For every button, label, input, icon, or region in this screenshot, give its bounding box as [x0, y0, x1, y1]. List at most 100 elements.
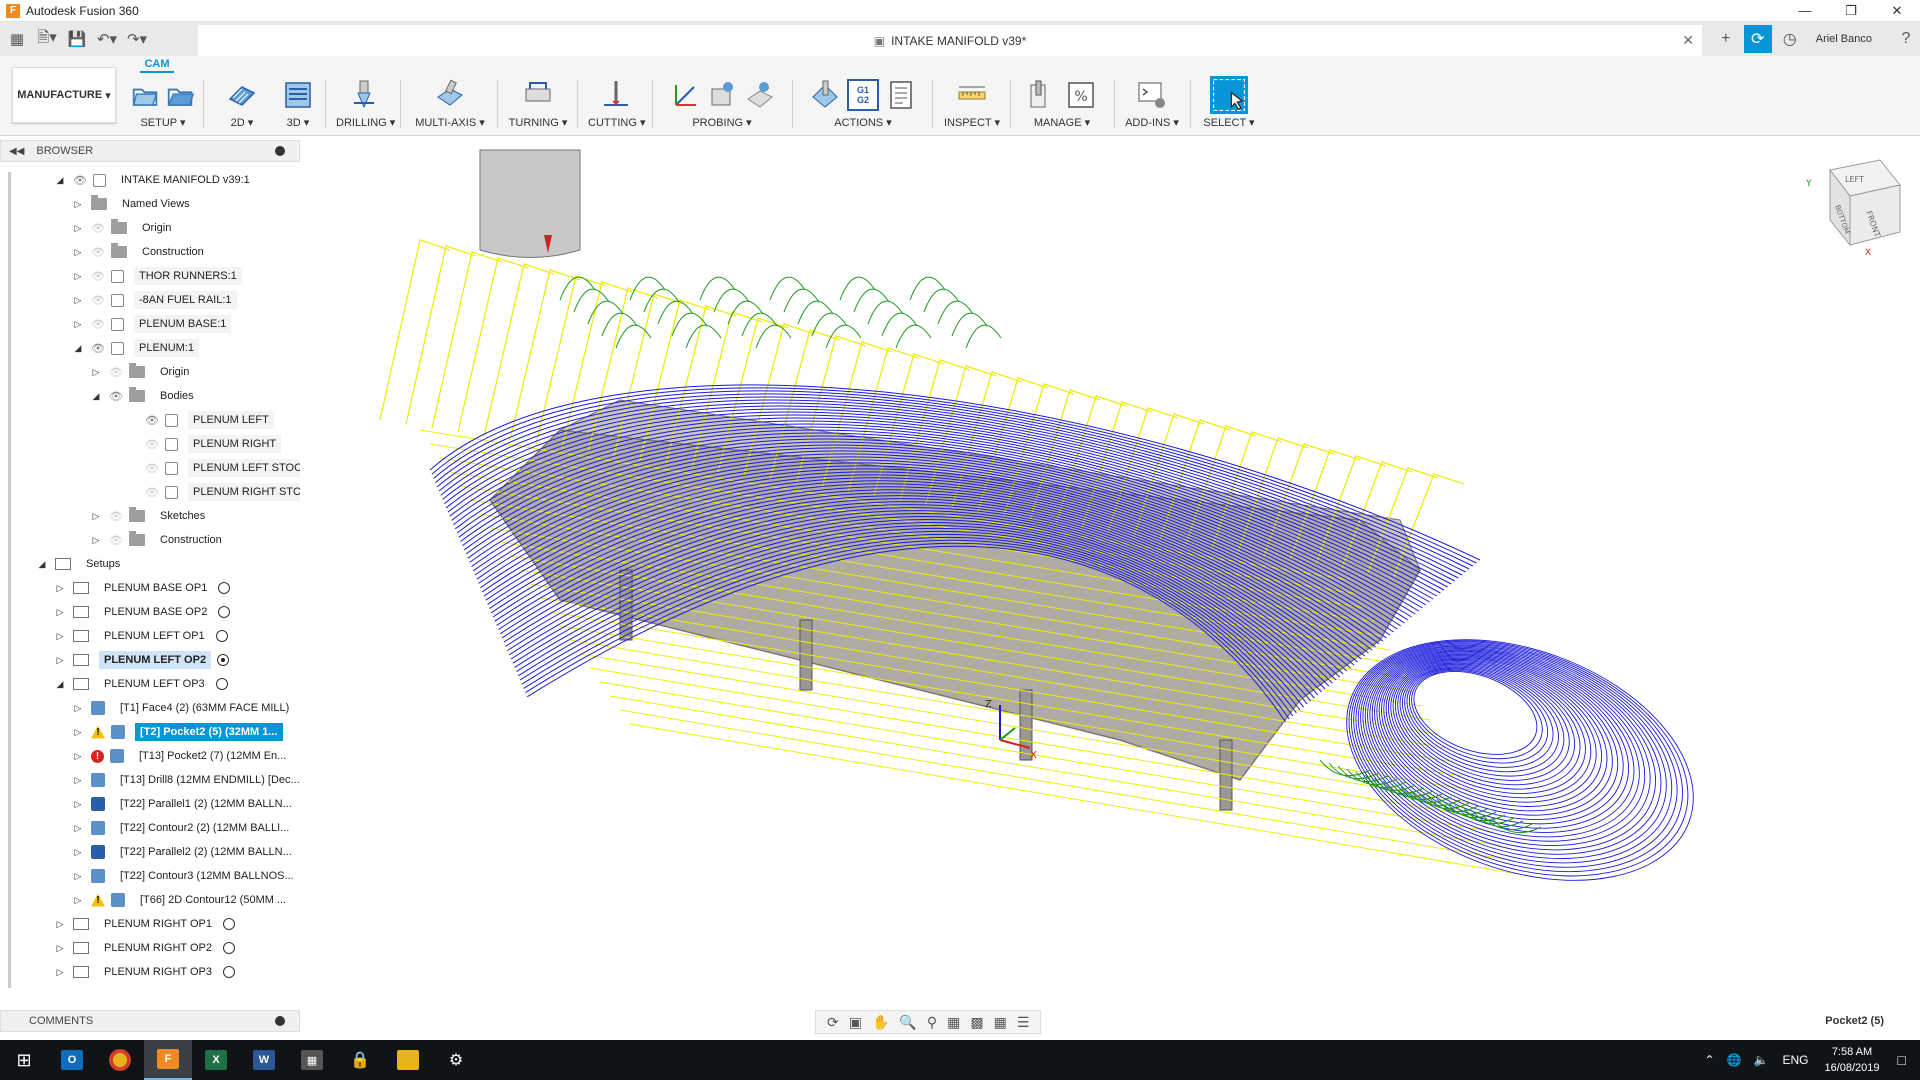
- taskbar-explorer-icon[interactable]: [384, 1040, 432, 1080]
- 2d-group[interactable]: 2D ▾: [222, 76, 262, 134]
- browser-tree-row[interactable]: ▷ PLENUM RIGHT OP1: [55, 914, 235, 934]
- collapsed-triangle-icon[interactable]: ▷: [73, 823, 83, 833]
- select-group[interactable]: SELECT ▾: [1200, 76, 1258, 134]
- toolpath-display-icon[interactable]: ☰: [1017, 1014, 1030, 1031]
- collapsed-triangle-icon[interactable]: ▷: [55, 655, 65, 665]
- collapsed-triangle-icon[interactable]: ▷: [73, 295, 83, 305]
- collapsed-triangle-icon[interactable]: ▷: [73, 271, 83, 281]
- browser-tree-row[interactable]: ▷ [T22] Contour3 (12MM BALLNOS...: [73, 866, 299, 886]
- browser-tree-row[interactable]: ▷ PLENUM RIGHT OP3: [55, 962, 235, 982]
- setup-radio[interactable]: [215, 678, 228, 690]
- orbit-icon[interactable]: ⟳: [827, 1014, 839, 1031]
- browser-tree-row[interactable]: ▷ 👁 Sketches: [91, 506, 210, 526]
- collapsed-triangle-icon[interactable]: ▷: [73, 319, 83, 329]
- browser-tree-row[interactable]: 👁 PLENUM LEFT: [127, 410, 274, 430]
- new-tab-plus-icon[interactable]: +: [1712, 25, 1740, 53]
- network-icon[interactable]: 🌐: [1727, 1053, 1742, 1067]
- expanded-triangle-icon[interactable]: ◢: [37, 559, 47, 569]
- notifications-icon[interactable]: □: [1898, 1052, 1906, 1068]
- browser-tree-row[interactable]: ▷ 👁 PLENUM BASE:1: [73, 314, 232, 334]
- browser-tree-row[interactable]: ◢ PLENUM LEFT OP3: [55, 674, 228, 694]
- browser-tree-row[interactable]: ▷! [T66] 2D Contour12 (50MM ...: [73, 890, 291, 910]
- collapsed-triangle-icon[interactable]: ▷: [73, 703, 83, 713]
- turning-icon[interactable]: [522, 79, 554, 111]
- browser-tree-row[interactable]: 👁 PLENUM RIGHT: [127, 434, 282, 454]
- language-indicator[interactable]: ENG: [1782, 1053, 1808, 1067]
- actions-group[interactable]: G1 G2 ACTIONS ▾: [804, 76, 922, 134]
- toolpath-scene[interactable]: ZXLEFTFRONTBOTTOMYX: [300, 137, 1920, 1032]
- collapsed-triangle-icon[interactable]: ▷: [91, 511, 101, 521]
- setup-folder-icon[interactable]: [131, 79, 160, 111]
- inspect-group[interactable]: INSPECT ▾: [942, 76, 1002, 134]
- collapse-arrows-icon[interactable]: ◀◀: [9, 146, 24, 157]
- hidden-eye-icon[interactable]: 👁: [109, 535, 123, 547]
- workspace-switcher[interactable]: MANUFACTURE ▾: [12, 67, 116, 123]
- collapsed-triangle-icon[interactable]: ▷: [73, 751, 83, 761]
- collapsed-triangle-icon[interactable]: ▷: [55, 967, 65, 977]
- collapsed-triangle-icon[interactable]: ▷: [73, 871, 83, 881]
- grid-settings-icon[interactable]: ▩: [970, 1014, 983, 1031]
- browser-tree-row[interactable]: ▷ [T1] Face4 (2) (63MM FACE MILL): [73, 698, 294, 718]
- setup-radio[interactable]: [218, 582, 231, 594]
- collapsed-triangle-icon[interactable]: ▷: [73, 799, 83, 809]
- browser-header[interactable]: ◀◀ BROWSER: [0, 140, 300, 162]
- hidden-eye-icon[interactable]: 👁: [109, 511, 123, 523]
- browser-tree-row[interactable]: ▷ [T22] Parallel1 (2) (12MM BALLN...: [73, 794, 297, 814]
- hidden-eye-icon[interactable]: 👁: [109, 367, 123, 379]
- 3d-group[interactable]: 3D ▾: [278, 76, 318, 134]
- setup-radio[interactable]: [223, 918, 235, 930]
- browser-tree-row[interactable]: ▷ 👁 Construction: [73, 242, 209, 262]
- browser-tree-row[interactable]: ▷ 👁 THOR RUNNERS:1: [73, 266, 242, 286]
- visibility-eye-icon[interactable]: 👁: [91, 343, 105, 355]
- browser-tree-row[interactable]: ▷ PLENUM LEFT OP2: [55, 650, 230, 670]
- visibility-eye-icon[interactable]: 👁: [109, 391, 123, 403]
- manage-group[interactable]: % MANAGE ▾: [1020, 76, 1104, 134]
- collapsed-triangle-icon[interactable]: ▷: [55, 919, 65, 929]
- hidden-eye-icon[interactable]: 👁: [145, 487, 159, 499]
- job-status-icon[interactable]: ⟳: [1743, 25, 1772, 53]
- display-settings-icon[interactable]: ▦: [947, 1014, 960, 1031]
- select-cursor-icon[interactable]: [1210, 76, 1248, 114]
- browser-tree-row[interactable]: ▷! [T2] Pocket2 (5) (32MM 1...: [73, 722, 283, 742]
- viewports-icon[interactable]: ▦: [994, 1014, 1007, 1031]
- 3d-adaptive-icon[interactable]: [282, 79, 314, 111]
- pan-hand-icon[interactable]: ✋: [872, 1014, 889, 1031]
- hidden-eye-icon[interactable]: 👁: [145, 463, 159, 475]
- look-at-icon[interactable]: ▣: [849, 1014, 862, 1031]
- browser-scrollbar[interactable]: [8, 172, 11, 988]
- turning-group[interactable]: TURNING ▾: [508, 76, 568, 134]
- browser-tree-row[interactable]: ▷ [T22] Parallel2 (2) (12MM BALLN...: [73, 842, 297, 862]
- hidden-eye-icon[interactable]: 👁: [91, 319, 105, 331]
- setup-sheet-icon[interactable]: [885, 79, 917, 111]
- probing-group[interactable]: PROBING ▾: [662, 76, 782, 134]
- collapsed-triangle-icon[interactable]: ▷: [73, 223, 83, 233]
- active-setup-radio[interactable]: [217, 654, 230, 666]
- browser-tree-row[interactable]: ▷ 👁 -8AN FUEL RAIL:1: [73, 290, 237, 310]
- hidden-eye-icon[interactable]: 👁: [91, 295, 105, 307]
- collapsed-triangle-icon[interactable]: ▷: [73, 775, 83, 785]
- help-icon[interactable]: ?: [1892, 25, 1920, 53]
- document-tab[interactable]: ▣ INTAKE MANIFOLD v39* ✕: [198, 25, 1702, 56]
- zoom-icon[interactable]: 🔍: [899, 1014, 916, 1031]
- multi-axis-icon[interactable]: [434, 79, 466, 111]
- browser-tree-row[interactable]: ◢ 👁 Bodies: [91, 386, 199, 406]
- setup-group[interactable]: SETUP ▾: [128, 76, 198, 134]
- browser-tree-row[interactable]: ◢ 👁 INTAKE MANIFOLD v39:1: [55, 170, 255, 190]
- fit-icon[interactable]: ⚲: [927, 1014, 937, 1031]
- undo-icon[interactable]: ↶▾: [94, 26, 120, 52]
- close-tab-icon[interactable]: ✕: [1682, 32, 1694, 49]
- expanded-triangle-icon[interactable]: ◢: [73, 343, 83, 353]
- post-process-icon[interactable]: G1 G2: [847, 79, 879, 111]
- browser-tree-row[interactable]: ▷ PLENUM RIGHT OP2: [55, 938, 235, 958]
- taskbar-excel-icon[interactable]: X: [192, 1040, 240, 1080]
- browser-tree-row[interactable]: 👁 PLENUM RIGHT STC...: [127, 482, 316, 502]
- collapsed-triangle-icon[interactable]: ▷: [73, 247, 83, 257]
- setup-radio[interactable]: [223, 966, 235, 978]
- save-icon[interactable]: 💾: [64, 26, 90, 52]
- taskbar-app-icon[interactable]: ⚙: [432, 1040, 480, 1080]
- drilling-group[interactable]: DRILLING ▾: [336, 76, 395, 134]
- visibility-eye-icon[interactable]: 👁: [73, 175, 87, 187]
- multi-axis-group[interactable]: MULTI-AXIS ▾: [412, 76, 488, 134]
- file-menu-icon[interactable]: 🗎▾: [34, 26, 60, 52]
- tool-library-icon[interactable]: [1027, 79, 1059, 111]
